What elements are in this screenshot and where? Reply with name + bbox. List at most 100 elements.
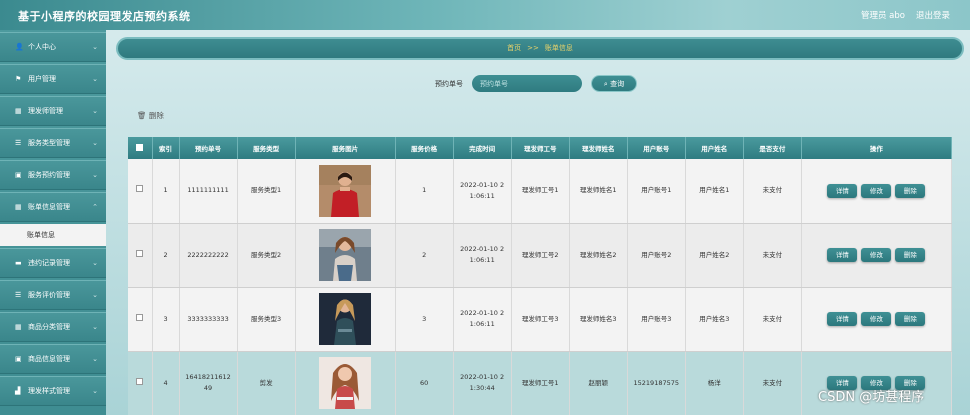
sidebar-item-label: 服务类型管理 [28, 139, 70, 147]
cell-service-type: 服务类型2 [237, 223, 296, 288]
edit-button[interactable]: 修改 [861, 183, 892, 198]
detail-button[interactable]: 详情 [827, 312, 858, 326]
sidebar-item-user-mgmt[interactable]: ⚑ 用户管理 ⌄ [0, 64, 106, 94]
sidebar-item-hairstyle-mgmt[interactable]: ▟ 理发样式管理 ⌄ [0, 376, 106, 406]
list-icon: ☰ [15, 291, 22, 299]
column-header: 是否支付 [743, 137, 802, 159]
cell-service-image [295, 287, 396, 352]
sidebar-item-violation-mgmt[interactable]: ▬ 违约记录管理 ⌄ [0, 248, 106, 278]
admin-label: 管理员 abo [860, 11, 905, 21]
cell-index: 1 [152, 159, 180, 224]
sidebar-item-label: 商品信息管理 [28, 355, 70, 363]
sidebar-item-appointment-mgmt[interactable]: ▣ 服务预约管理 ⌄ [0, 160, 106, 190]
cell-user-account: 用户账号1 [627, 159, 686, 224]
breadcrumb: 首页 >> 账单信息 [116, 37, 964, 60]
grid-icon: ▦ [15, 107, 22, 115]
flag-icon: ⚑ [15, 75, 22, 83]
search-button[interactable]: ⌕ 查询 [591, 75, 637, 92]
time-line: 1:06:11 [469, 256, 495, 264]
header-select-all[interactable] [128, 137, 153, 159]
cell-barber-name: 理发师姓名1 [569, 159, 628, 224]
delete-button[interactable]: 删除 [895, 183, 926, 198]
row-select[interactable] [128, 351, 153, 415]
table-row: 3 3333333333 服务类型3 3 2022-01-10 2 1:06:11… [128, 287, 952, 352]
chevron-icon: ⌄ [92, 355, 98, 363]
column-header: 服务图片 [295, 137, 396, 159]
cell-barber-name: 赵丽颖 [569, 351, 628, 415]
sidebar-item-bill-mgmt[interactable]: ▦ 账单信息管理 ⌃ [0, 192, 106, 222]
chevron-icon: ⌄ [92, 43, 98, 51]
sidebar-item-product-mgmt[interactable]: ▣ 商品信息管理 ⌄ [0, 344, 106, 374]
checkbox[interactable] [136, 185, 144, 193]
detail-button[interactable]: 详情 [827, 248, 858, 262]
sidebar-item-label: 个人中心 [28, 43, 56, 51]
sidebar-item-label: 服务评价管理 [28, 291, 70, 299]
time-line: 1:06:11 [469, 191, 495, 200]
cell-service-type: 服务类型1 [237, 159, 296, 224]
column-header: 预约单号 [179, 137, 238, 159]
cell-user-account: 15219187575 [627, 351, 686, 415]
column-header: 用户姓名 [685, 137, 744, 159]
sidebar-item-category-mgmt[interactable]: ▦ 商品分类管理 ⌄ [0, 312, 106, 342]
sidebar-subitem-bill-info[interactable]: 账单信息 [0, 224, 106, 246]
cell-ops: 详情 修改 删除 [801, 223, 952, 288]
chevron-icon: ⌄ [92, 171, 98, 179]
sidebar-item-personal-center[interactable]: 👤 个人中心 ⌄ [0, 32, 106, 62]
delete-button[interactable]: 删除 [895, 312, 926, 326]
sidebar: 👤 个人中心 ⌄ ⚑ 用户管理 ⌄ ▦ 理发师管理 ⌄ ☰ 服务类型管理 ⌄ ▣ 服务预约管理 ⌄ … [0, 30, 106, 415]
delete-button[interactable]: 删除 [895, 248, 926, 262]
edit-button[interactable]: 修改 [861, 312, 892, 326]
chevron-icon: ⌄ [92, 139, 98, 147]
sidebar-item-review-mgmt[interactable]: ☰ 服务评价管理 ⌄ [0, 280, 106, 310]
sidebar-item-label: 理发样式管理 [28, 387, 70, 395]
app-title: 基于小程序的校园理发店预约系统 [18, 10, 191, 23]
breadcrumb-home[interactable]: 首页 [507, 44, 521, 52]
checkbox[interactable] [136, 377, 144, 385]
service-photo [319, 357, 372, 409]
cell-complete-time: 2022-01-10 2 1:06:11 [453, 159, 512, 224]
table-icon: ▦ [15, 323, 22, 331]
user-icon: 👤 [15, 43, 24, 51]
cell-paid: 未支付 [743, 287, 802, 352]
checkbox[interactable] [136, 143, 144, 151]
sidebar-item-label: 理发师管理 [28, 107, 63, 115]
cell-index: 3 [152, 287, 180, 352]
sidebar-item-service-type-mgmt[interactable]: ☰ 服务类型管理 ⌄ [0, 128, 106, 158]
batch-delete-label: 删除 [148, 111, 164, 120]
cell-order-no: 3333333333 [179, 287, 238, 352]
sidebar-item-label: 服务预约管理 [28, 171, 70, 179]
column-header: 服务类型 [237, 137, 296, 159]
cell-service-image [295, 159, 396, 224]
sidebar-item-barber-mgmt[interactable]: ▦ 理发师管理 ⌄ [0, 96, 106, 126]
cell-barber-no: 理发师工号1 [511, 351, 570, 415]
cell-service-image [295, 223, 396, 288]
cell-service-image [295, 351, 396, 415]
search-input[interactable] [472, 75, 582, 92]
cell-user-name: 杨洋 [685, 351, 744, 415]
row-select[interactable] [128, 159, 153, 224]
detail-button[interactable]: 详情 [827, 183, 858, 198]
chevron-icon: ⌄ [92, 107, 98, 115]
column-header: 服务价格 [395, 137, 454, 159]
chevron-icon: ⌄ [92, 387, 98, 395]
cell-user-name: 用户姓名1 [685, 159, 744, 224]
checkbox[interactable] [136, 249, 144, 257]
cell-order-no: 16418211612 49 [179, 351, 238, 415]
checkbox[interactable] [136, 313, 144, 321]
cell-index: 2 [152, 223, 180, 288]
calendar-icon: ▣ [15, 171, 22, 179]
cell-paid: 未支付 [743, 159, 802, 224]
service-photo [319, 229, 372, 281]
column-header: 操作 [801, 137, 952, 159]
cell-ops: 详情 修改 删除 [801, 287, 952, 352]
logout-link[interactable]: 退出登录 [916, 9, 950, 21]
chevron-icon: ⌄ [92, 75, 98, 83]
row-select[interactable] [128, 223, 153, 288]
edit-button[interactable]: 修改 [861, 248, 892, 262]
cell-order-no: 2222222222 [179, 223, 238, 288]
cell-paid: 未支付 [743, 223, 802, 288]
batch-delete-button[interactable]: 🗑 删除 [137, 110, 164, 121]
cell-user-name: 用户姓名2 [685, 223, 744, 288]
row-select[interactable] [128, 287, 153, 352]
search-label: 预约单号 [435, 80, 463, 88]
